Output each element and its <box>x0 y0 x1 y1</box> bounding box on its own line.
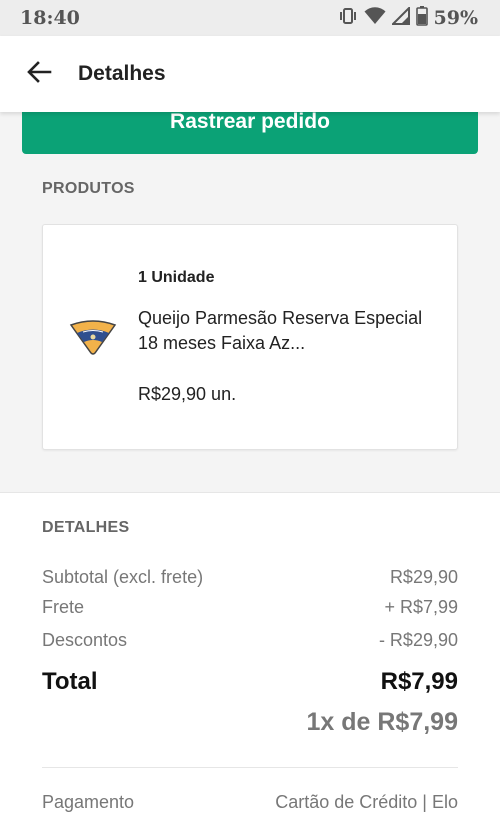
subtotal-row: Subtotal (excl. frete) R$29,90 <box>42 567 458 588</box>
shipping-value: + R$7,99 <box>384 597 458 617</box>
products-section-title: PRODUTOS <box>42 180 135 197</box>
subtotal-label: Subtotal (excl. frete) <box>42 567 204 587</box>
discounts-row: Descontos - R$29,90 <box>42 630 458 651</box>
discounts-label: Descontos <box>42 630 128 650</box>
installments-text: 1x de R$7,99 <box>306 708 459 736</box>
product-card[interactable]: 1 Unidade Queijo Parmesão Reserva Especi… <box>42 224 458 450</box>
app-bar: Detalhes <box>0 36 500 112</box>
signal-icon <box>390 5 410 30</box>
status-icons: 59% <box>338 5 479 31</box>
details-section-title: DETALHES <box>42 519 130 536</box>
battery-icon <box>415 5 428 31</box>
subtotal-value: R$29,90 <box>389 567 458 587</box>
divider <box>42 767 458 768</box>
track-order-label: Rastrear pedido <box>170 112 330 133</box>
shipping-label: Frete <box>42 597 85 617</box>
page-title: Detalhes <box>78 62 166 85</box>
status-time: 18:40 <box>20 7 80 29</box>
wifi-icon <box>364 6 386 30</box>
vibrate-icon <box>338 7 358 30</box>
payment-value: Cartão de Crédito | Elo <box>275 792 458 812</box>
product-unit-price: R$29,90 un. <box>138 384 237 404</box>
back-button[interactable] <box>0 36 78 112</box>
total-value: R$7,99 <box>380 668 458 695</box>
details-panel: DETALHES Subtotal (excl. frete) R$29,90 … <box>0 492 500 833</box>
battery-percent: 59% <box>433 7 479 29</box>
track-order-button[interactable]: Rastrear pedido <box>22 112 478 154</box>
total-row: Total R$7,99 <box>42 668 458 696</box>
discounts-value: - R$29,90 <box>378 630 458 650</box>
arrow-left-icon <box>26 60 52 89</box>
order-details-content[interactable]: Rastrear pedido PRODUTOS 1 Unidade Queij… <box>0 112 500 833</box>
total-label: Total <box>42 668 98 695</box>
payment-row: Pagamento Cartão de Crédito | Elo <box>42 792 458 813</box>
cheese-product-image <box>69 317 117 355</box>
shipping-row: Frete + R$7,99 <box>42 597 458 618</box>
product-quantity: 1 Unidade <box>138 269 215 286</box>
status-bar: 18:40 59% <box>0 0 500 36</box>
payment-label: Pagamento <box>42 792 135 812</box>
product-name: Queijo Parmesão Reserva Especial 18 mese… <box>138 308 423 353</box>
